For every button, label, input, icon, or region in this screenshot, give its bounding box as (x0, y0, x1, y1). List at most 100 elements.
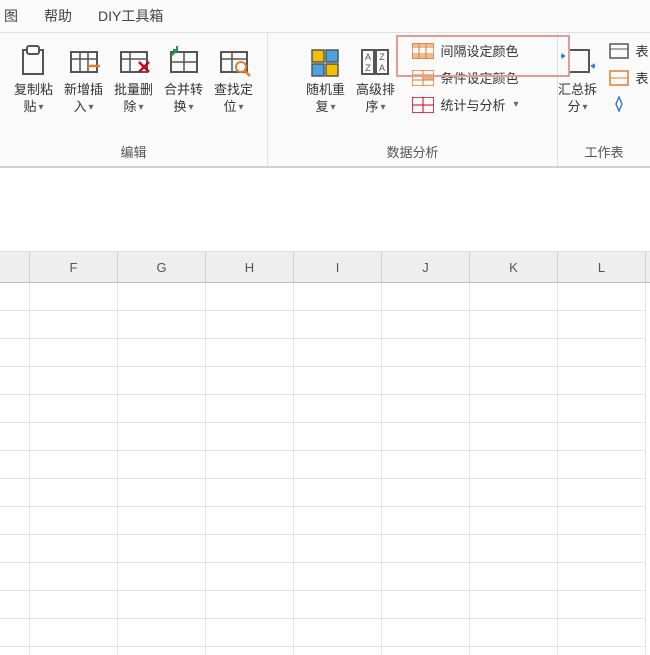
cell[interactable] (118, 395, 206, 423)
cell[interactable] (118, 535, 206, 563)
cell[interactable] (470, 535, 558, 563)
shuffle-button[interactable]: 随机重复▾ (300, 39, 350, 118)
cell[interactable] (558, 647, 646, 655)
cell[interactable] (382, 535, 470, 563)
summary-split-button[interactable]: 汇总拆分▾ (554, 39, 602, 118)
cell[interactable] (294, 535, 382, 563)
cell[interactable] (118, 339, 206, 367)
cell[interactable] (382, 479, 470, 507)
col-header-G[interactable]: G (118, 252, 206, 282)
cell[interactable] (206, 591, 294, 619)
col-header-L[interactable]: L (558, 252, 646, 282)
cell[interactable] (30, 395, 118, 423)
cell[interactable] (118, 367, 206, 395)
cell[interactable] (382, 423, 470, 451)
cell[interactable] (206, 535, 294, 563)
cell[interactable] (206, 451, 294, 479)
cell[interactable] (206, 619, 294, 647)
cell[interactable] (382, 507, 470, 535)
cell[interactable] (470, 311, 558, 339)
cell[interactable] (118, 563, 206, 591)
paste-button[interactable]: 复制粘贴▾ (9, 39, 59, 118)
cell[interactable] (206, 367, 294, 395)
cell[interactable] (118, 311, 206, 339)
cell[interactable] (294, 423, 382, 451)
menu-item-view[interactable]: 图 (4, 6, 18, 26)
cell[interactable] (382, 311, 470, 339)
cell[interactable] (206, 507, 294, 535)
cell[interactable] (558, 563, 646, 591)
cell[interactable] (118, 591, 206, 619)
cell[interactable] (382, 451, 470, 479)
cell[interactable] (30, 451, 118, 479)
cell[interactable] (558, 395, 646, 423)
col-header-I[interactable]: I (294, 252, 382, 282)
row-header-stub[interactable] (0, 451, 30, 479)
cell[interactable] (294, 563, 382, 591)
cell[interactable] (118, 619, 206, 647)
cell[interactable] (118, 451, 206, 479)
cell[interactable] (118, 647, 206, 655)
cell[interactable] (294, 339, 382, 367)
cell[interactable] (118, 479, 206, 507)
cell[interactable] (30, 507, 118, 535)
merge-button[interactable]: 合并转换▾ (159, 39, 209, 118)
cell[interactable] (294, 311, 382, 339)
cell[interactable] (30, 479, 118, 507)
cell[interactable] (206, 395, 294, 423)
cell[interactable] (470, 423, 558, 451)
cell[interactable] (470, 507, 558, 535)
row-header-stub[interactable] (0, 367, 30, 395)
cell[interactable] (558, 311, 646, 339)
cell[interactable] (470, 451, 558, 479)
row-header-stub[interactable] (0, 647, 30, 655)
cell[interactable] (294, 507, 382, 535)
cell[interactable] (382, 647, 470, 655)
menu-item-toolbox[interactable]: DIY工具箱 (98, 6, 163, 26)
cell[interactable] (206, 339, 294, 367)
find-button[interactable]: 查找定位▾ (209, 39, 259, 118)
cell[interactable] (294, 591, 382, 619)
col-header-K[interactable]: K (470, 252, 558, 282)
cell[interactable] (558, 283, 646, 311)
cell[interactable] (206, 283, 294, 311)
cell[interactable] (382, 367, 470, 395)
cell[interactable] (470, 563, 558, 591)
row-header-stub[interactable] (0, 339, 30, 367)
cell[interactable] (470, 395, 558, 423)
stats-button[interactable]: 统计与分析▾ (408, 93, 522, 116)
cell[interactable] (382, 283, 470, 311)
cell[interactable] (206, 311, 294, 339)
row-header-stub[interactable] (0, 311, 30, 339)
row-header-stub[interactable] (0, 283, 30, 311)
worksheet-button-3[interactable] (604, 93, 650, 115)
sort-button[interactable]: A Z Z A 高级排序▾ (350, 39, 400, 118)
cell[interactable] (118, 423, 206, 451)
cell[interactable] (30, 591, 118, 619)
cell[interactable] (30, 647, 118, 655)
row-header-stub[interactable] (0, 423, 30, 451)
cell[interactable] (30, 535, 118, 563)
cell[interactable] (470, 619, 558, 647)
row-header-stub[interactable] (0, 535, 30, 563)
cell[interactable] (30, 423, 118, 451)
corner-cell[interactable] (0, 252, 30, 282)
row-header-stub[interactable] (0, 395, 30, 423)
cell[interactable] (558, 367, 646, 395)
cell[interactable] (470, 591, 558, 619)
menu-item-help[interactable]: 帮助 (44, 6, 72, 26)
col-header-J[interactable]: J (382, 252, 470, 282)
cell[interactable] (30, 619, 118, 647)
col-header-F[interactable]: F (30, 252, 118, 282)
row-header-stub[interactable] (0, 591, 30, 619)
cell[interactable] (294, 395, 382, 423)
delete-button[interactable]: 批量删除▾ (109, 39, 159, 118)
cell[interactable] (30, 311, 118, 339)
cell[interactable] (558, 479, 646, 507)
cell[interactable] (30, 339, 118, 367)
cell[interactable] (294, 619, 382, 647)
cell[interactable] (470, 339, 558, 367)
cell[interactable] (558, 423, 646, 451)
cell[interactable] (558, 339, 646, 367)
cell[interactable] (382, 395, 470, 423)
